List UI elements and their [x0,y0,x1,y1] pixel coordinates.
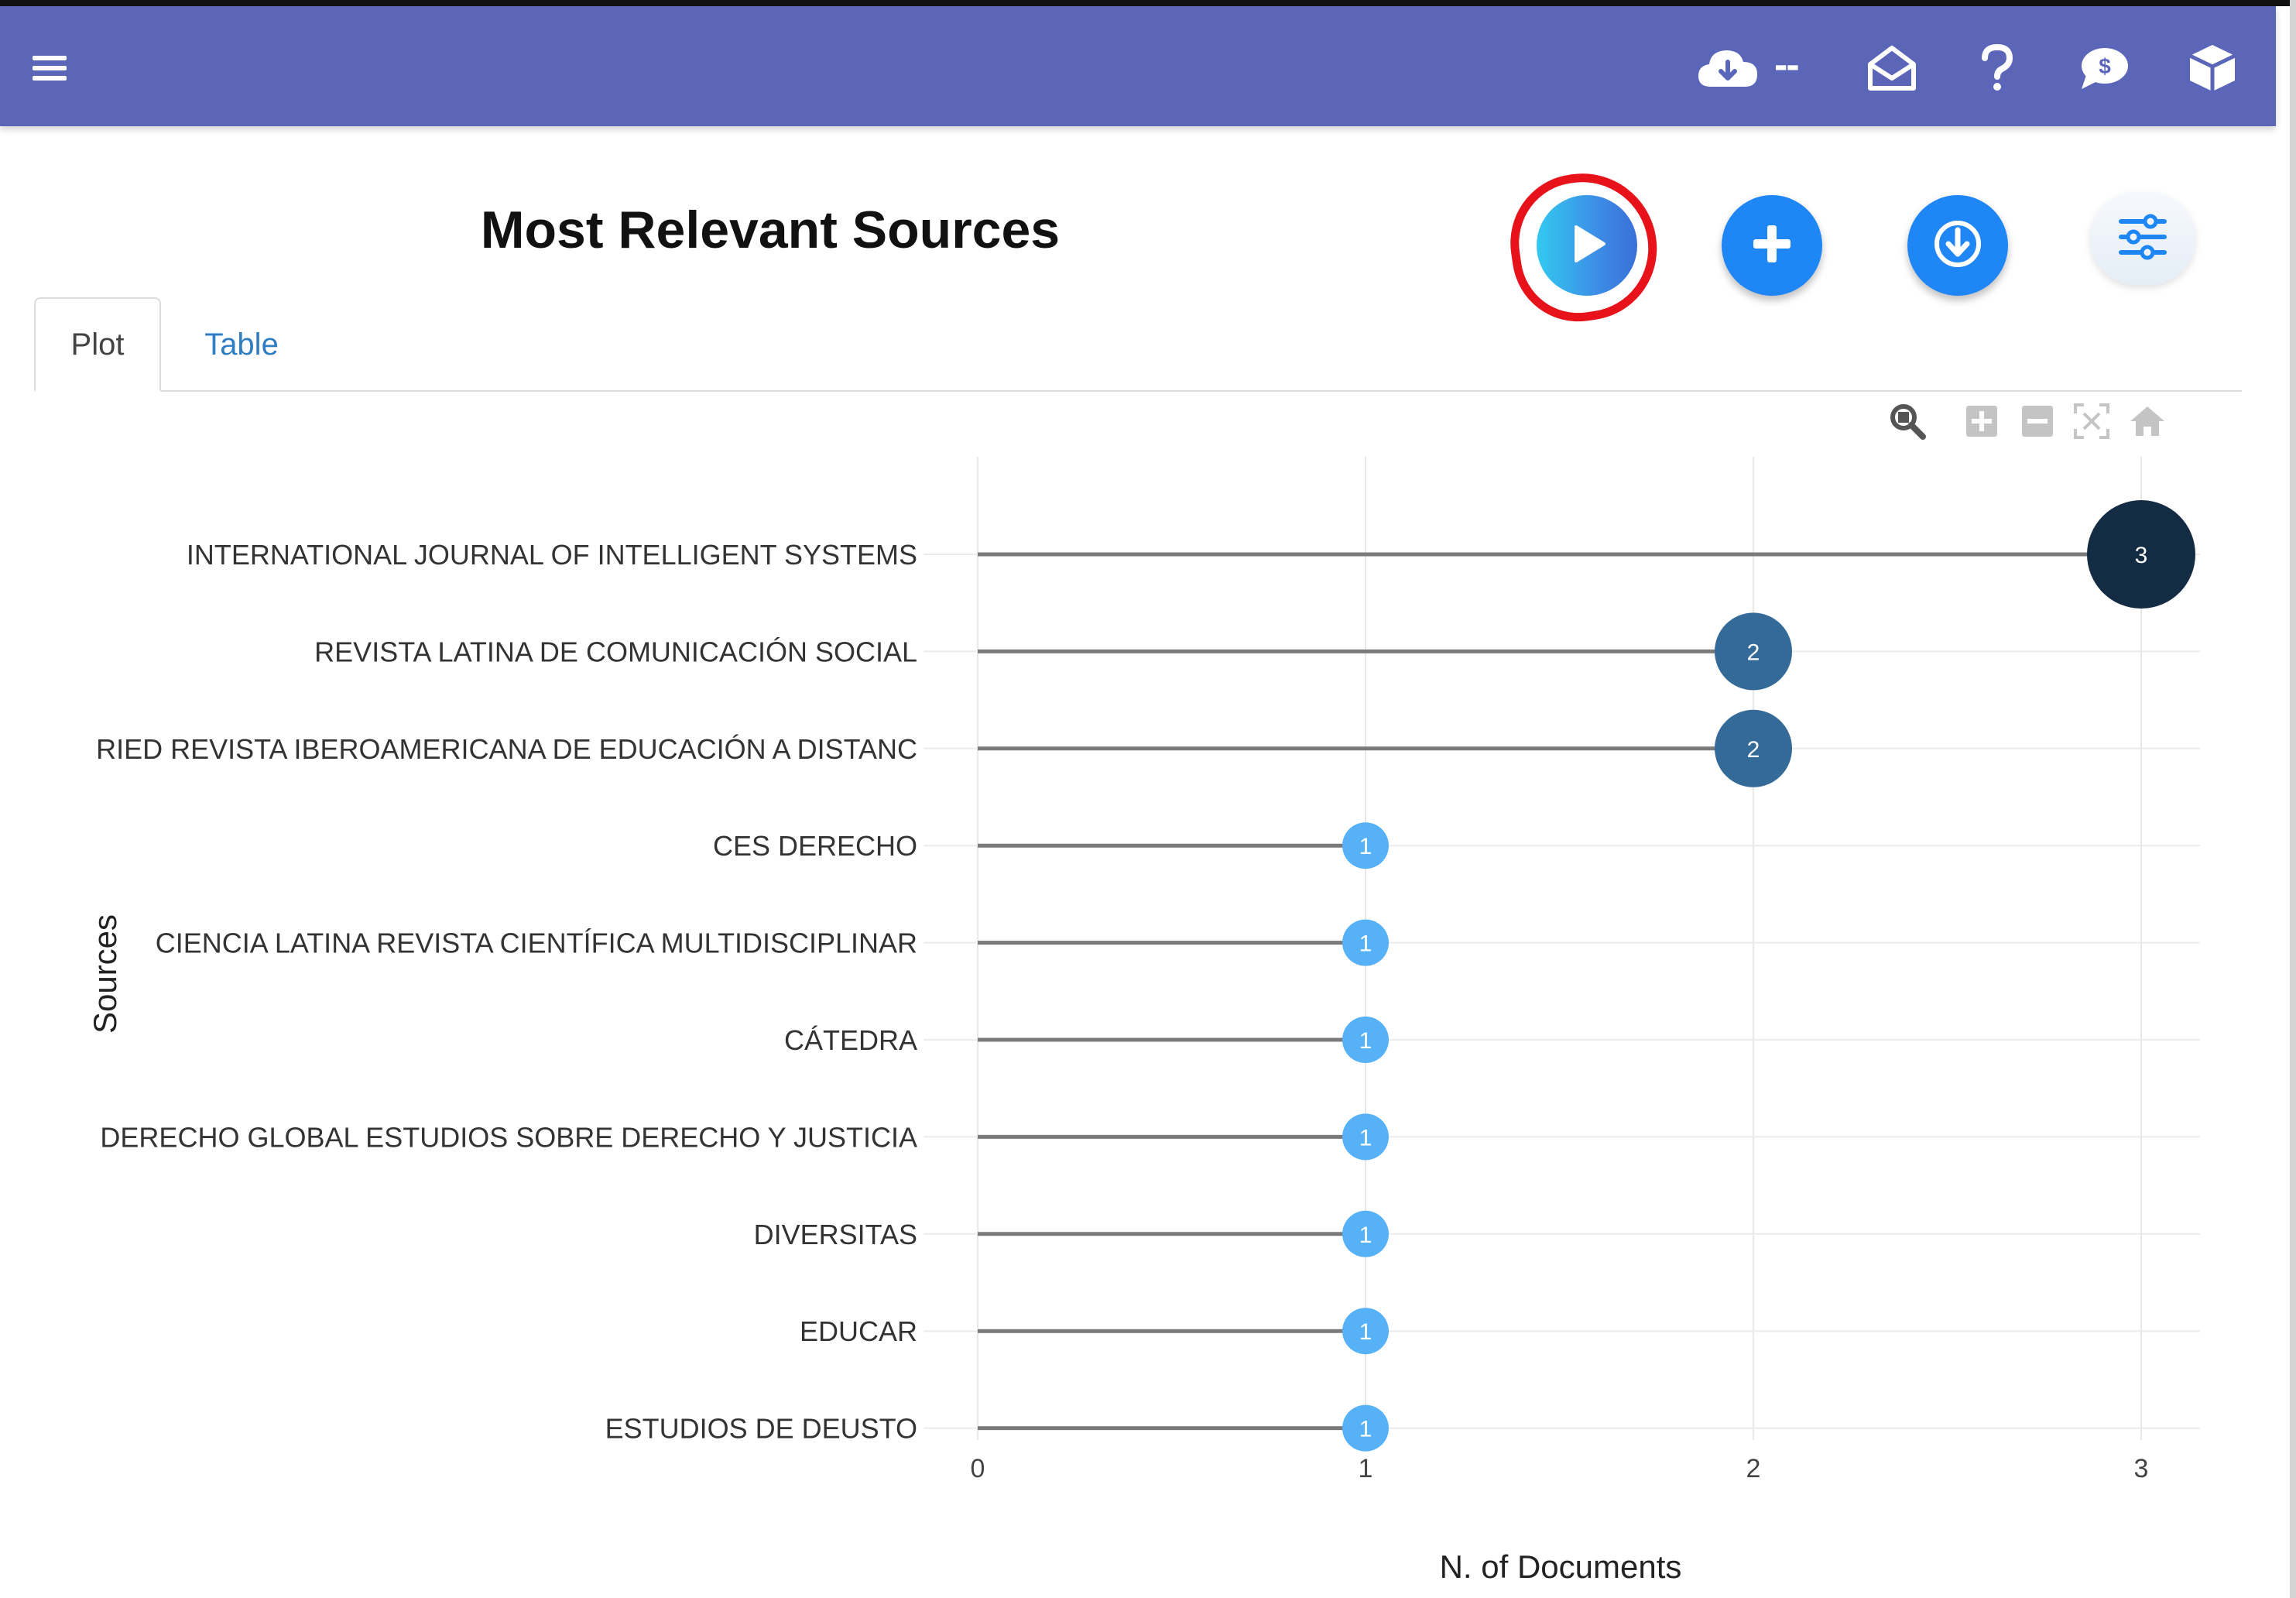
data-label: 2 [1747,640,1760,665]
envelope-open-icon[interactable] [1863,37,1921,99]
tab-plot[interactable]: Plot [34,297,161,392]
cloud-status-text: -- [1774,43,1800,87]
annotation-circle [1501,163,1667,331]
data-label: 1 [1359,1125,1372,1150]
stems [978,552,2141,1431]
data-label: 3 [2135,543,2148,568]
y-tick-label: REVISTA LATINA DE COMUNICACIÓN SOCIAL [314,636,917,667]
donate-chat-icon[interactable]: $ [2075,37,2133,99]
data-label: 1 [1359,1028,1372,1054]
options-button[interactable] [2090,192,2195,285]
gridlines [924,457,2200,1440]
data-label: 1 [1359,1417,1372,1442]
data-label: 1 [1359,1223,1372,1248]
y-tick-label: DIVERSITAS [754,1219,917,1250]
x-tick-label: 0 [971,1454,985,1483]
y-tick-label: RIED REVISTA IBEROAMERICANA DE EDUCACIÓN… [96,733,917,765]
cloud-download-icon[interactable] [1695,37,1760,99]
plus-icon [1749,221,1795,271]
x-axis-ticks: 0 1 2 3 [971,1454,2149,1483]
data-label: 1 [1359,1319,1372,1345]
y-axis-labels: INTERNATIONAL JOURNAL OF INTELLIGENT SYS… [96,539,917,1445]
tabs-divider [34,390,2242,392]
download-icon [1932,218,1983,273]
data-label: 1 [1359,834,1372,859]
window-top-border [0,0,2296,6]
y-tick-label: DERECHO GLOBAL ESTUDIOS SOBRE DERECHO Y … [100,1121,917,1153]
help-icon[interactable] [1972,37,2022,99]
download-button[interactable] [1907,195,2008,296]
hamburger-icon[interactable] [28,37,71,99]
svg-text:$: $ [2099,54,2111,78]
x-axis-title: N. of Documents [1440,1548,1682,1585]
data-label: 2 [1747,737,1760,763]
y-tick-label: CIENCIA LATINA REVISTA CIENTÍFICA MULTID… [156,928,917,959]
x-tick-label: 3 [2134,1454,2149,1483]
tab-table[interactable]: Table [180,297,303,392]
sliders-icon [2118,214,2167,264]
x-tick-label: 1 [1359,1454,1373,1483]
page-title: Most Relevant Sources [480,201,1061,259]
top-navbar: -- $ [0,6,2276,126]
lollipop-chart: INTERNATIONAL JOURNAL OF INTELLIGENT SYS… [87,457,2200,1585]
y-tick-label: CES DERECHO [713,830,917,862]
add-to-report-button[interactable] [1722,195,1822,296]
y-tick-label: INTERNATIONAL JOURNAL OF INTELLIGENT SYS… [187,539,917,571]
y-tick-label: EDUCAR [800,1315,917,1347]
dots: 3 2 2 1 1 1 1 1 1 1 [1342,500,2195,1452]
data-label: 1 [1359,931,1372,957]
y-tick-label: CÁTEDRA [784,1024,917,1056]
y-axis-title: Sources [87,914,123,1034]
package-icon[interactable] [2183,37,2242,99]
y-tick-label: ESTUDIOS DE DEUSTO [605,1413,917,1445]
x-tick-label: 2 [1746,1454,1761,1483]
